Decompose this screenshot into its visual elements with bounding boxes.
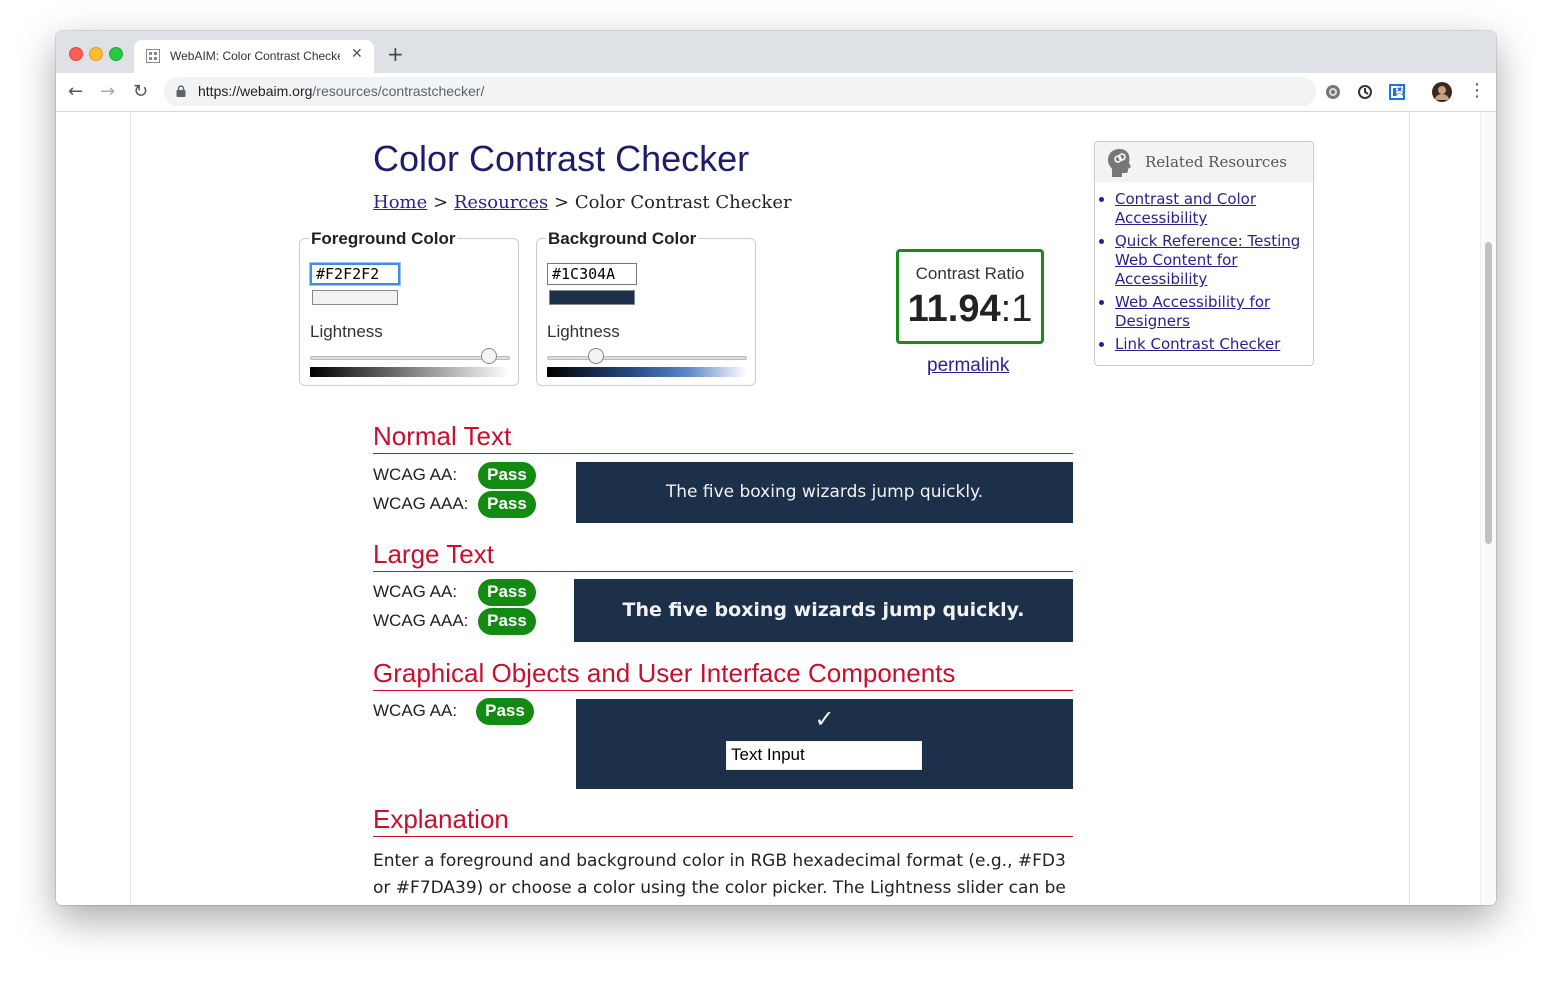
background-hex-input[interactable]	[547, 263, 637, 285]
related-link-designers[interactable]: Web Accessibility for Designers	[1115, 293, 1301, 331]
related-link-text[interactable]: Contrast and Color Accessibility	[1115, 190, 1256, 227]
foreground-hex-input[interactable]	[310, 263, 400, 285]
foreground-lightness-label: Lightness	[310, 322, 383, 341]
related-link-link-contrast[interactable]: Link Contrast Checker	[1115, 335, 1301, 354]
large-text-heading: Large Text	[373, 539, 1073, 572]
related-link-text[interactable]: Quick Reference: Testing Web Content for…	[1115, 232, 1300, 288]
foreground-lightness-slider[interactable]	[310, 356, 510, 360]
page-content: Color Contrast Checker Home > Resources …	[130, 112, 1410, 905]
related-resources-title: Related Resources	[1145, 153, 1287, 171]
normal-aa-pass-badge: Pass	[478, 462, 536, 489]
checkmark-icon: ✓	[814, 705, 835, 733]
related-link-contrast-color[interactable]: Contrast and Color Accessibility	[1115, 190, 1301, 228]
graphical-objects-heading: Graphical Objects and User Interface Com…	[373, 658, 1073, 691]
link-head-icon	[1108, 149, 1131, 177]
background-color-picker[interactable]	[549, 290, 635, 305]
extension-grid-icon[interactable]	[1388, 83, 1406, 101]
browser-menu-icon[interactable]: ⋮	[1468, 80, 1486, 101]
profile-avatar[interactable]	[1432, 82, 1452, 102]
page-scrollbar[interactable]	[1480, 112, 1496, 905]
foreground-color-picker[interactable]	[312, 290, 398, 305]
breadcrumb-resources-link[interactable]: Resources	[454, 192, 548, 213]
permalink-link[interactable]: permalink	[927, 355, 1009, 377]
related-resources-header: Related Resources	[1095, 142, 1313, 182]
contrast-ratio-number: 11.94	[907, 288, 1001, 330]
background-lightness-slider[interactable]	[547, 356, 747, 360]
foreground-legend: Foreground Color	[309, 229, 458, 249]
graphical-sample: ✓ Text Input	[576, 699, 1073, 789]
tab-close-icon[interactable]: ✕	[351, 46, 363, 62]
url-path: /resources/contrastchecker/	[312, 83, 485, 99]
related-link-text[interactable]: Web Accessibility for Designers	[1115, 293, 1270, 330]
reload-icon[interactable]: ↻	[133, 81, 148, 102]
background-lightness-label: Lightness	[547, 322, 620, 341]
normal-text-sample: The five boxing wizards jump quickly.	[576, 462, 1073, 523]
explanation-text: Enter a foreground and background color …	[373, 851, 1066, 898]
graphical-aa-label: WCAG AA:	[373, 701, 458, 720]
tab-title: WebAIM: Color Contrast Checker	[170, 49, 340, 63]
breadcrumb-separator: >	[554, 192, 570, 213]
related-resources-panel: Related Resources Contrast and Color Acc…	[1094, 141, 1314, 366]
contrast-ratio-box: Contrast Ratio 11.94:1	[896, 249, 1044, 344]
graphical-aa-pass-badge: Pass	[476, 698, 534, 725]
large-aaa-label: WCAG AAA:	[373, 611, 469, 630]
large-aa-label: WCAG AA:	[373, 582, 458, 601]
large-aa-pass-badge: Pass	[478, 579, 536, 606]
large-text-sample: The five boxing wizards jump quickly.	[574, 579, 1073, 642]
sample-text-input[interactable]: Text Input	[726, 741, 922, 770]
new-tab-icon[interactable]: +	[387, 42, 404, 66]
browser-toolbar: ← → ↻ https://webaim.org/resources/contr…	[56, 73, 1496, 112]
browser-window: WebAIM: Color Contrast Checker ✕ + ← → ↻…	[56, 31, 1496, 905]
page-viewport: Color Contrast Checker Home > Resources …	[56, 112, 1496, 905]
related-resources-list: Contrast and Color Accessibility Quick R…	[1097, 190, 1301, 358]
url-host: https://webaim.org	[198, 83, 313, 99]
normal-text-heading: Normal Text	[373, 421, 1073, 454]
extension-sync-icon[interactable]	[1356, 83, 1374, 101]
background-legend: Background Color	[546, 229, 699, 249]
foreground-lightness-gradient	[310, 367, 510, 377]
extension-globe-icon[interactable]	[1324, 83, 1342, 101]
normal-aaa-label: WCAG AAA:	[373, 494, 469, 513]
breadcrumb: Home > Resources > Color Contrast Checke…	[373, 192, 792, 213]
scrollbar-thumb[interactable]	[1485, 242, 1492, 544]
normal-aaa-pass-badge: Pass	[478, 491, 536, 518]
background-lightness-handle[interactable]	[587, 348, 604, 364]
normal-aa-label: WCAG AA:	[373, 465, 458, 484]
webaim-favicon-icon	[146, 49, 160, 63]
breadcrumb-separator: >	[433, 192, 449, 213]
contrast-ratio-suffix: :1	[1000, 288, 1033, 330]
minimize-window-button[interactable]	[89, 47, 103, 61]
page-title: Color Contrast Checker	[373, 138, 750, 179]
contrast-ratio-label: Contrast Ratio	[915, 264, 1025, 283]
forward-arrow-icon[interactable]: →	[100, 81, 115, 102]
breadcrumb-home-link[interactable]: Home	[373, 192, 427, 213]
maximize-window-button[interactable]	[109, 47, 123, 61]
lock-icon	[176, 85, 186, 97]
breadcrumb-current: Color Contrast Checker	[574, 192, 792, 213]
foreground-lightness-handle[interactable]	[481, 348, 498, 364]
url-text: https://webaim.org/resources/contrastche…	[198, 83, 484, 99]
foreground-color-panel: Foreground Color Lightness	[299, 229, 519, 386]
large-aaa-pass-badge: Pass	[478, 608, 536, 635]
address-bar[interactable]: https://webaim.org/resources/contrastche…	[164, 77, 1407, 106]
contrast-ratio-value: 11.94:1	[899, 288, 1041, 331]
tab-bar: WebAIM: Color Contrast Checker ✕ +	[56, 31, 1496, 73]
background-lightness-gradient	[547, 367, 747, 377]
back-arrow-icon[interactable]: ←	[68, 81, 83, 102]
related-link-quick-reference[interactable]: Quick Reference: Testing Web Content for…	[1115, 232, 1301, 289]
close-window-button[interactable]	[69, 47, 83, 61]
background-color-panel: Background Color Lightness	[536, 229, 756, 386]
explanation-heading: Explanation	[373, 804, 1073, 837]
related-link-text[interactable]: Link Contrast Checker	[1115, 335, 1280, 353]
browser-tab[interactable]: WebAIM: Color Contrast Checker ✕	[134, 40, 374, 73]
